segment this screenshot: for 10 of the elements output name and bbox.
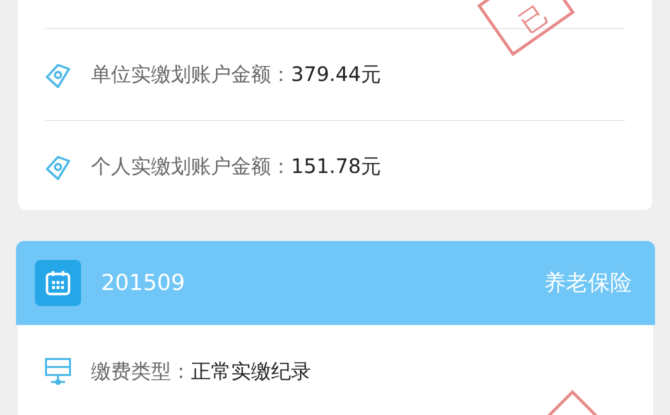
field-label: 个人实缴划账户金额： xyxy=(91,153,291,180)
calendar-icon xyxy=(35,260,81,306)
server-icon xyxy=(43,356,73,386)
field-label: 缴费类型： xyxy=(91,358,191,384)
period-text: 201509 xyxy=(101,270,185,296)
field-value: 379.44元 xyxy=(291,61,381,88)
insurance-type: 养老保险 xyxy=(544,270,632,298)
field-value: 正常实缴纪录 xyxy=(191,358,311,384)
field-value: 151.78元 xyxy=(291,153,381,180)
field-label: 单位实缴划账户金额： xyxy=(91,61,291,88)
